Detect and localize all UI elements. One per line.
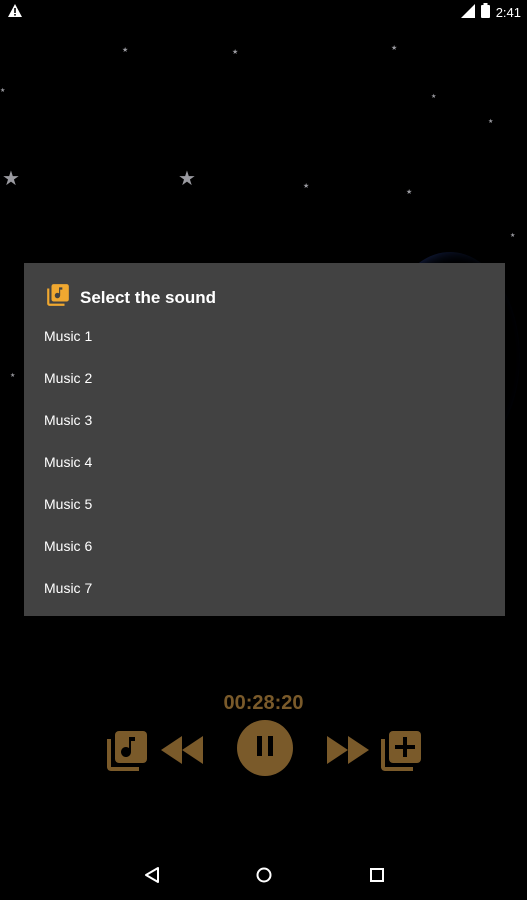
dialog-header: Select the sound	[45, 282, 216, 313]
navigation-bar	[0, 852, 527, 900]
star-icon: ★	[122, 47, 129, 54]
star-icon: ★	[178, 168, 196, 190]
status-bar: 2:41	[0, 0, 527, 24]
star-icon: ★	[391, 45, 398, 52]
list-item-music-6[interactable]: Music 6	[24, 525, 505, 567]
star-icon: ★	[232, 49, 239, 56]
music-library-icon[interactable]	[103, 727, 151, 780]
select-sound-dialog: Select the sound Music 1 Music 2 Music 3…	[24, 263, 505, 616]
pause-button[interactable]	[237, 720, 293, 776]
dialog-title: Select the sound	[80, 287, 217, 307]
star-icon: ★	[303, 183, 310, 190]
sound-list: Music 1 Music 2 Music 3 Music 4 Music 5 …	[24, 315, 505, 609]
back-icon[interactable]	[143, 866, 161, 889]
rewind-icon[interactable]	[159, 734, 205, 771]
star-icon: ★	[510, 233, 516, 239]
timer-display: 00:28:20	[223, 692, 304, 714]
signal-icon	[460, 3, 475, 21]
star-icon: ★	[0, 88, 6, 94]
home-icon[interactable]	[255, 866, 273, 889]
playlist-add-icon[interactable]	[377, 727, 425, 780]
fast-forward-icon[interactable]	[325, 734, 371, 771]
star-icon: ★	[431, 94, 437, 100]
clock: 2:41	[495, 4, 521, 20]
list-item-music-4[interactable]: Music 4	[24, 441, 505, 483]
battery-icon	[480, 3, 490, 21]
star-icon: ★	[406, 189, 413, 196]
pause-icon	[255, 735, 275, 762]
alert-icon	[8, 4, 22, 22]
list-item-music-1[interactable]: Music 1	[24, 315, 505, 357]
list-item-music-7[interactable]: Music 7	[24, 567, 505, 609]
list-item-music-3[interactable]: Music 3	[24, 399, 505, 441]
list-item-music-2[interactable]: Music 2	[24, 357, 505, 399]
star-icon: ★	[2, 168, 20, 190]
star-icon: ★	[488, 119, 494, 125]
music-library-icon	[45, 282, 71, 313]
star-icon: ★	[10, 373, 16, 379]
list-item-music-5[interactable]: Music 5	[24, 483, 505, 525]
recents-icon[interactable]	[368, 866, 386, 889]
